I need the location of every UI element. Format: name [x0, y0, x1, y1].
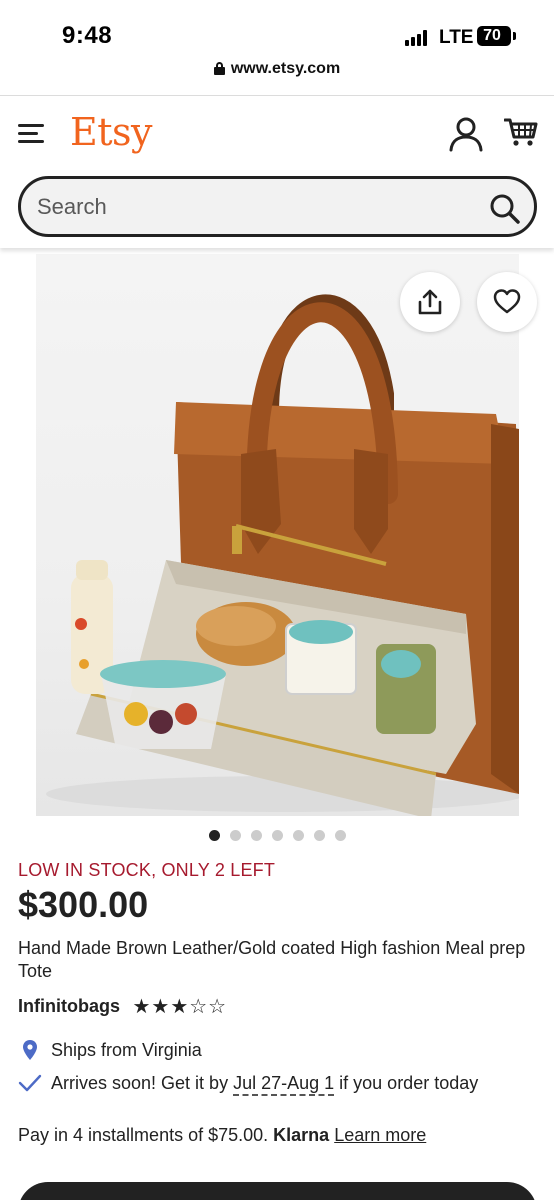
carousel-dot[interactable] — [271, 830, 283, 841]
arrival-text: Arrives soon! Get it by Jul 27-Aug 1 if … — [51, 1073, 479, 1096]
product-title: Hand Made Brown Leather/Gold coated High… — [18, 938, 526, 981]
site-header: Etsy — [0, 96, 554, 248]
menu-icon[interactable] — [18, 124, 44, 144]
check-icon — [18, 1074, 42, 1092]
cart-icon[interactable] — [504, 116, 538, 148]
shop-name-link[interactable]: Infinitobags — [18, 996, 120, 1016]
arrival-dates[interactable]: Jul 27-Aug 1 — [233, 1073, 335, 1096]
carousel-dot[interactable] — [208, 830, 220, 841]
arrival-suffix: if you order today — [334, 1073, 479, 1093]
account-icon[interactable] — [448, 116, 484, 152]
arrival-prefix: Arrives soon! Get it by — [51, 1073, 234, 1093]
carousel-dot[interactable] — [313, 830, 325, 841]
search-input[interactable] — [37, 193, 477, 221]
share-button[interactable] — [400, 272, 460, 332]
carousel-dot[interactable] — [292, 830, 304, 841]
etsy-logo[interactable]: Etsy — [70, 110, 152, 154]
carousel-dot[interactable] — [334, 830, 346, 841]
search-icon[interactable] — [489, 193, 521, 225]
location-pin-icon — [23, 1040, 37, 1060]
battery-cap — [513, 32, 516, 40]
tote-bag-illustration — [46, 294, 519, 816]
url-bar[interactable]: www.etsy.com — [0, 56, 554, 96]
status-time: 9:48 — [62, 22, 113, 49]
battery-icon: 70 — [477, 26, 511, 46]
product-price: $300.00 — [18, 884, 149, 925]
klarna-logo: Klarna — [273, 1125, 330, 1145]
stock-notice: LOW IN STOCK, ONLY 2 LEFT — [18, 860, 276, 880]
primary-action-button[interactable] — [18, 1182, 537, 1200]
battery-level: 70 — [483, 27, 501, 44]
carousel-dot[interactable] — [250, 830, 262, 841]
url-text: www.etsy.com — [230, 60, 341, 77]
url-display[interactable]: www.etsy.com — [0, 60, 554, 78]
product-gallery[interactable] — [0, 248, 554, 820]
shop-info: Infinitobags ★★★☆☆ — [18, 994, 227, 1018]
search-bar[interactable] — [18, 176, 537, 237]
carousel-dot[interactable] — [229, 830, 241, 841]
network-type: LTE — [439, 27, 474, 48]
lock-icon — [213, 62, 225, 75]
product-photo[interactable] — [36, 254, 519, 816]
carousel-dots[interactable] — [0, 828, 554, 842]
favorite-button[interactable] — [477, 272, 537, 332]
ships-from-text: Ships from Virginia — [51, 1040, 202, 1060]
status-bar: 9:48 LTE 70 — [0, 0, 554, 56]
rating-stars[interactable]: ★★★☆☆ — [132, 994, 227, 1019]
learn-more-link[interactable]: Learn more — [334, 1125, 426, 1145]
signal-icon — [405, 30, 431, 46]
installment-text: Pay in 4 installments of $75.00. — [18, 1125, 274, 1145]
installment-info: Pay in 4 installments of $75.00. Klarna … — [18, 1125, 426, 1146]
heart-icon — [493, 289, 521, 314]
share-icon — [418, 289, 442, 315]
